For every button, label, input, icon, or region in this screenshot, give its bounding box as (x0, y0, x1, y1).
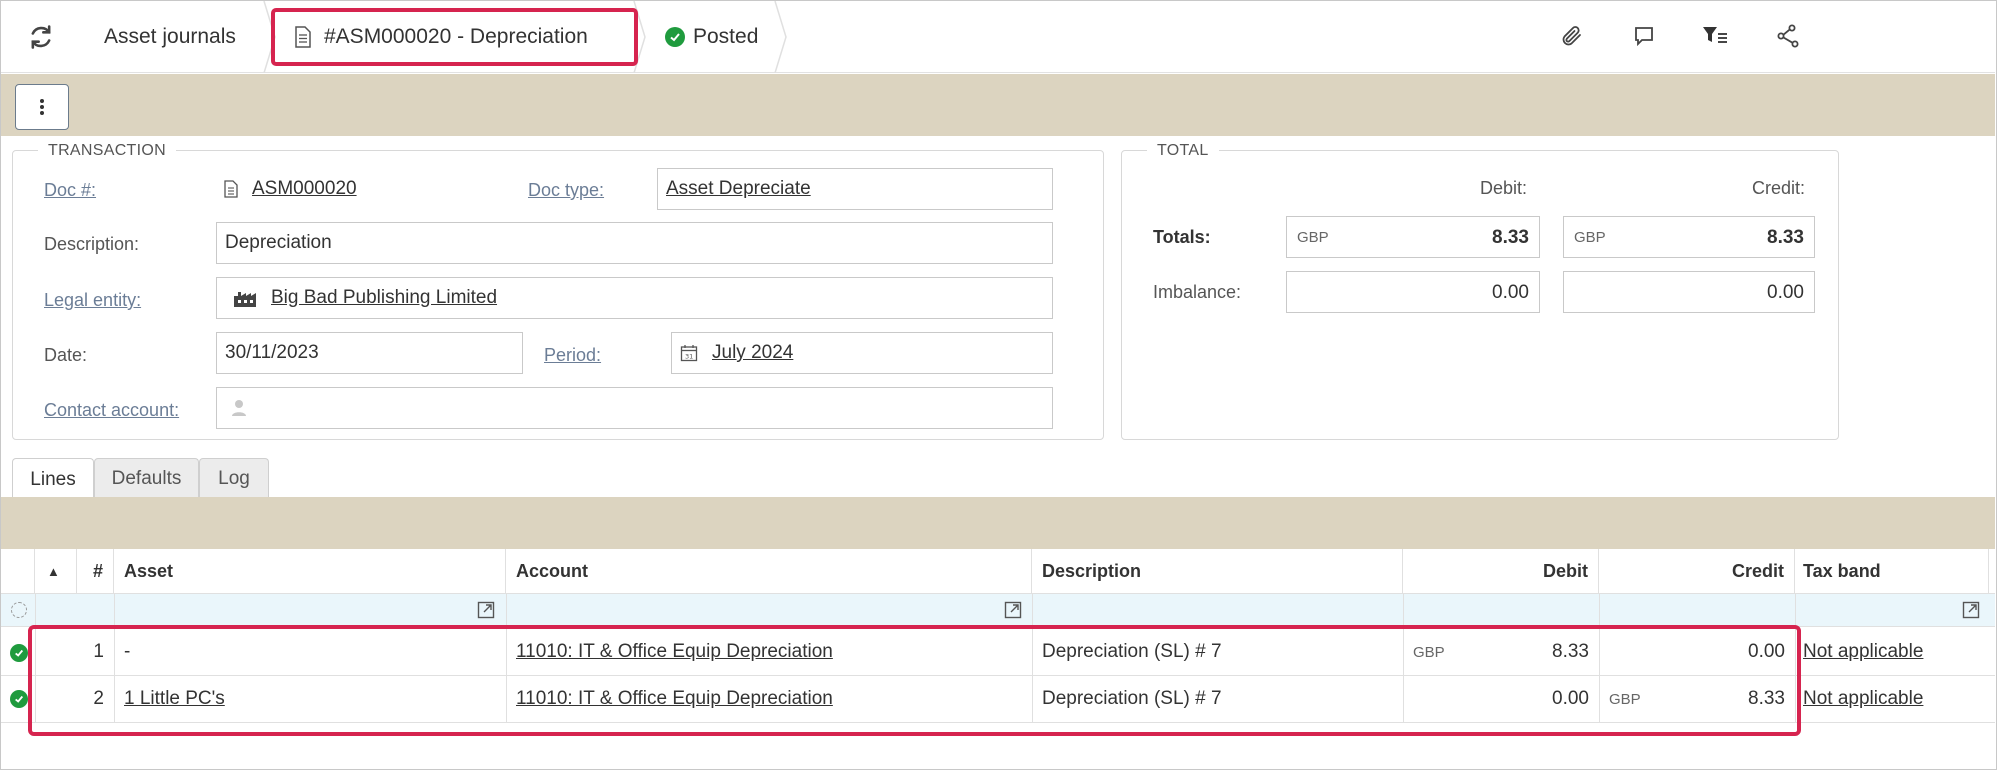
document-title-highlight (271, 8, 638, 66)
header-label: Description (1042, 560, 1142, 581)
tab-lines[interactable]: Lines (12, 458, 94, 500)
svg-text:31: 31 (685, 353, 693, 361)
imbalance-label: Imbalance: (1153, 282, 1242, 302)
legal-entity-field[interactable]: Big Bad Publishing Limited (216, 277, 1053, 319)
tab-defaults[interactable]: Defaults (94, 458, 199, 498)
tab-label: Log (218, 467, 250, 489)
totals-debit-field: GBP 8.33 (1286, 216, 1540, 258)
period-label[interactable]: Period: (544, 345, 601, 366)
description-header[interactable]: Description (1032, 549, 1403, 593)
tab-label: Defaults (111, 467, 182, 489)
tax-band-link[interactable]: Not applicable (1803, 641, 1923, 663)
asset-header[interactable]: Asset (114, 549, 506, 593)
description-label: Description: (44, 234, 140, 254)
row-status-header (1, 549, 35, 593)
building-icon (233, 288, 257, 308)
share-icon[interactable] (1773, 21, 1803, 51)
open-external-icon[interactable] (1962, 601, 1980, 624)
date-value: 30/11/2023 (225, 342, 319, 363)
more-actions-button[interactable] (15, 84, 69, 130)
tax-band-header[interactable]: Tax band (1795, 549, 1989, 593)
tab-log[interactable]: Log (199, 458, 269, 498)
status-posted: Posted (665, 1, 758, 73)
credit-header[interactable]: Credit (1599, 549, 1795, 593)
tax-band-cell[interactable]: Not applicable (1795, 676, 1989, 722)
row-selector-icon[interactable] (11, 602, 27, 618)
period-field[interactable]: 31 July 2024 (671, 332, 1053, 374)
currency-label: GBP (1297, 229, 1329, 246)
date-input[interactable]: 30/11/2023 (216, 332, 523, 374)
doc-type-field[interactable]: Asset Depreciate (657, 168, 1053, 210)
contact-account-label[interactable]: Contact account: (44, 400, 179, 421)
legal-entity-link[interactable]: Big Bad Publishing Limited (271, 287, 497, 309)
tab-label: Lines (30, 468, 76, 490)
document-icon (224, 180, 238, 198)
sort-header[interactable]: ▲ (35, 549, 77, 593)
header-label: # (92, 560, 103, 581)
line-number-header[interactable]: # (77, 549, 114, 593)
action-band (1, 74, 1995, 136)
group-title: TOTAL (1147, 142, 1219, 160)
doc-type-link[interactable]: Asset Depreciate (666, 178, 811, 200)
debit-header[interactable]: Debit (1403, 549, 1599, 593)
filter-row (1, 594, 1995, 626)
account-header[interactable]: Account (506, 549, 1032, 593)
currency-label: GBP (1574, 229, 1606, 246)
description-input[interactable]: Depreciation (216, 222, 1053, 264)
refresh-icon[interactable] (25, 21, 57, 53)
check-circle-icon (10, 690, 28, 708)
tax-band-link[interactable]: Not applicable (1803, 688, 1923, 710)
status-label: Posted (693, 25, 759, 48)
period-link[interactable]: July 2024 (712, 342, 793, 364)
legal-entity-label[interactable]: Legal entity: (44, 290, 141, 311)
header-label: Debit (1543, 560, 1588, 581)
imbalance-debit-value: 0.00 (1492, 282, 1529, 303)
doc-number-field[interactable]: ASM000020 (215, 168, 505, 210)
tax-band-cell[interactable]: Not applicable (1795, 629, 1989, 675)
date-label: Date: (44, 345, 88, 365)
doc-number-link[interactable]: ASM000020 (252, 178, 357, 200)
imbalance-credit-value: 0.00 (1767, 282, 1804, 303)
rows-highlight (28, 625, 1801, 736)
vertical-dots-icon (40, 97, 44, 117)
comment-icon[interactable] (1629, 21, 1659, 51)
contact-account-field[interactable] (216, 387, 1053, 429)
imbalance-debit-field: 0.00 (1286, 271, 1540, 313)
doc-number-label[interactable]: Doc #: (44, 180, 96, 201)
header-label: Account (516, 560, 588, 581)
person-icon (231, 399, 247, 417)
header-label: Credit (1731, 560, 1784, 581)
header-label: Asset (124, 560, 174, 581)
imbalance-credit-field: 0.00 (1563, 271, 1815, 313)
totals-credit-field: GBP 8.33 (1563, 216, 1815, 258)
breadcrumb-asset-journals[interactable]: Asset journals (104, 1, 236, 73)
doc-type-label[interactable]: Doc type: (528, 180, 604, 201)
debit-column-label: Debit: (1480, 178, 1528, 198)
open-external-icon[interactable] (1004, 601, 1022, 624)
totals-debit-value: 8.33 (1492, 227, 1529, 248)
check-circle-icon (665, 27, 685, 47)
header-label: Tax band (1803, 560, 1881, 581)
open-external-icon[interactable] (477, 601, 495, 624)
breadcrumb-label: Asset journals (104, 25, 236, 48)
description-value: Depreciation (225, 232, 332, 253)
paperclip-icon[interactable] (1557, 21, 1587, 51)
totals-label: Totals: (1153, 227, 1211, 247)
credit-column-label: Credit: (1752, 178, 1806, 198)
calendar-icon: 31 (680, 344, 698, 362)
sort-asc-icon: ▲ (47, 563, 60, 579)
totals-credit-value: 8.33 (1767, 227, 1804, 248)
grid-toolbar-band (1, 497, 1995, 549)
breadcrumb-separator (774, 1, 787, 73)
group-title: TRANSACTION (38, 142, 176, 160)
check-circle-icon (10, 644, 28, 662)
filter-list-icon[interactable] (1700, 21, 1730, 51)
